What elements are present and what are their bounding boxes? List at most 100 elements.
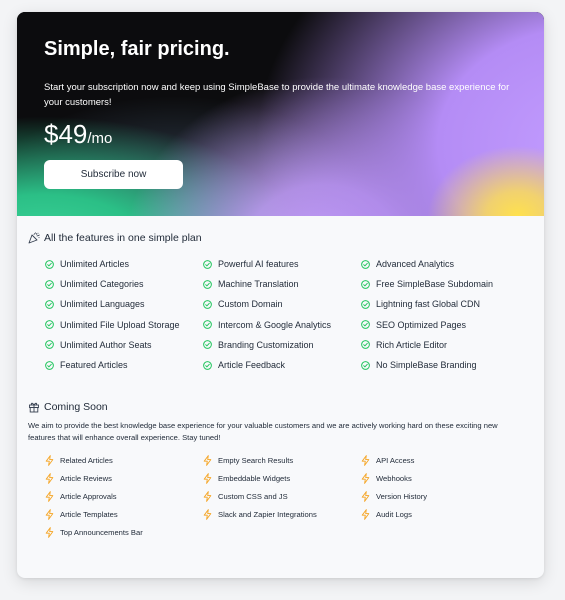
coming-soon-label: Audit Logs (376, 509, 412, 519)
coming-soon-column-3: API Access Webhooks Version History Audit L… (361, 451, 427, 523)
check-circle-icon (361, 279, 370, 289)
lightning-bolt-icon (45, 472, 54, 484)
coming-soon-item: Related Articles (45, 451, 143, 469)
features-column-3: Advanced Analytics Free SimpleBase Subdom… (361, 254, 493, 375)
coming-soon-label: Empty Search Results (218, 455, 294, 465)
feature-label: Branding Customization (218, 339, 314, 350)
check-circle-icon (361, 340, 370, 350)
check-circle-icon (203, 279, 212, 289)
coming-soon-label: API Access (376, 455, 415, 465)
check-circle-icon (45, 320, 54, 330)
lightning-bolt-icon (361, 472, 370, 484)
feature-item: Custom Domain (203, 294, 331, 314)
check-circle-icon (45, 259, 54, 269)
check-circle-icon (203, 360, 212, 370)
feature-label: Unlimited Categories (60, 279, 144, 290)
subscribe-button[interactable]: Subscribe now (44, 160, 183, 189)
check-circle-icon (45, 340, 54, 350)
coming-soon-heading: Coming Soon (28, 401, 108, 413)
coming-soon-title: Coming Soon (44, 401, 108, 413)
features-heading: All the features in one simple plan (28, 232, 202, 244)
coming-soon-item: Article Templates (45, 505, 143, 523)
lightning-bolt-icon (45, 490, 54, 502)
feature-label: Unlimited Author Seats (60, 339, 152, 350)
feature-label: Article Feedback (218, 360, 286, 371)
coming-soon-column-2: Empty Search Results Embeddable Widgets Cu… (203, 451, 317, 523)
lightning-bolt-icon (361, 508, 370, 520)
feature-item: Unlimited Articles (45, 254, 180, 274)
feature-item: Machine Translation (203, 274, 331, 294)
coming-soon-item: Custom CSS and JS (203, 487, 317, 505)
coming-soon-item: Embeddable Widgets (203, 469, 317, 487)
feature-item: Rich Article Editor (361, 335, 493, 355)
feature-item: Intercom & Google Analytics (203, 315, 331, 335)
coming-soon-label: Article Templates (60, 509, 118, 519)
feature-item: No SimpleBase Branding (361, 355, 493, 375)
coming-soon-column-1: Related Articles Article Reviews Article A… (45, 451, 143, 541)
check-circle-icon (361, 360, 370, 370)
lightning-bolt-icon (203, 490, 212, 502)
feature-label: Intercom & Google Analytics (218, 319, 332, 330)
hero-description: Start your subscription now and keep usi… (44, 82, 510, 108)
feature-item: Unlimited Author Seats (45, 335, 180, 355)
feature-label: Unlimited Articles (60, 259, 130, 270)
check-circle-icon (45, 300, 54, 309)
lightning-bolt-icon (361, 490, 370, 502)
features-column-2: Powerful AI features Machine Translation C… (203, 254, 331, 375)
check-circle-icon (203, 340, 212, 350)
price-period: /mo (87, 130, 113, 147)
feature-label: Powerful AI features (218, 259, 299, 270)
feature-label: No SimpleBase Branding (376, 360, 477, 371)
feature-item: Advanced Analytics (361, 254, 493, 274)
check-circle-icon (45, 360, 54, 370)
lightning-bolt-icon (45, 454, 54, 466)
feature-label: Unlimited Languages (60, 299, 145, 310)
coming-soon-label: Article Approvals (60, 491, 117, 501)
coming-soon-label: Embeddable Widgets (218, 473, 291, 483)
lightning-bolt-icon (45, 508, 54, 520)
feature-item: Branding Customization (203, 335, 331, 355)
lightning-bolt-icon (45, 526, 54, 538)
coming-soon-item: Webhooks (361, 469, 427, 487)
coming-soon-item: Top Announcements Bar (45, 523, 143, 541)
feature-item: SEO Optimized Pages (361, 315, 493, 335)
coming-soon-item: Article Reviews (45, 469, 143, 487)
lightning-bolt-icon (203, 472, 212, 484)
feature-label: Lightning fast Global CDN (376, 299, 481, 310)
page-title: Simple, fair pricing. (44, 38, 230, 60)
feature-item: Lightning fast Global CDN (361, 294, 493, 314)
feature-item: Unlimited File Upload Storage (45, 315, 180, 335)
coming-soon-item: Version History (361, 487, 427, 505)
check-circle-icon (203, 300, 212, 309)
feature-label: Free SimpleBase Subdomain (376, 279, 494, 290)
feature-item: Free SimpleBase Subdomain (361, 274, 493, 294)
coming-soon-item: API Access (361, 451, 427, 469)
coming-soon-description: We aim to provide the best knowledge bas… (28, 421, 498, 442)
pricing-hero: Simple, fair pricing. Start your subscri… (17, 12, 544, 216)
coming-soon-label: Related Articles (60, 455, 113, 465)
lightning-bolt-icon (361, 454, 370, 466)
check-circle-icon (361, 259, 370, 269)
coming-soon-label: Version History (376, 491, 428, 501)
coming-soon-item: Article Approvals (45, 487, 143, 505)
coming-soon-item: Empty Search Results (203, 451, 317, 469)
feature-label: Machine Translation (218, 279, 299, 290)
feature-label: Unlimited File Upload Storage (60, 319, 180, 330)
check-circle-icon (361, 320, 370, 330)
gift-icon (29, 402, 39, 413)
check-circle-icon (203, 320, 212, 330)
price: $49/mo (44, 119, 112, 150)
coming-soon-label: Webhooks (376, 473, 412, 483)
coming-soon-label: Custom CSS and JS (218, 491, 288, 501)
feature-item: Article Feedback (203, 355, 331, 375)
feature-label: Featured Articles (60, 360, 128, 371)
coming-soon-label: Slack and Zapier Integrations (218, 509, 317, 519)
coming-soon-item: Slack and Zapier Integrations (203, 505, 317, 523)
feature-item: Powerful AI features (203, 254, 331, 274)
feature-label: Advanced Analytics (376, 259, 455, 270)
coming-soon-label: Top Announcements Bar (60, 527, 143, 537)
check-circle-icon (203, 259, 212, 269)
lightning-bolt-icon (203, 508, 212, 520)
lightning-bolt-icon (203, 454, 212, 466)
feature-item: Unlimited Languages (45, 294, 180, 314)
